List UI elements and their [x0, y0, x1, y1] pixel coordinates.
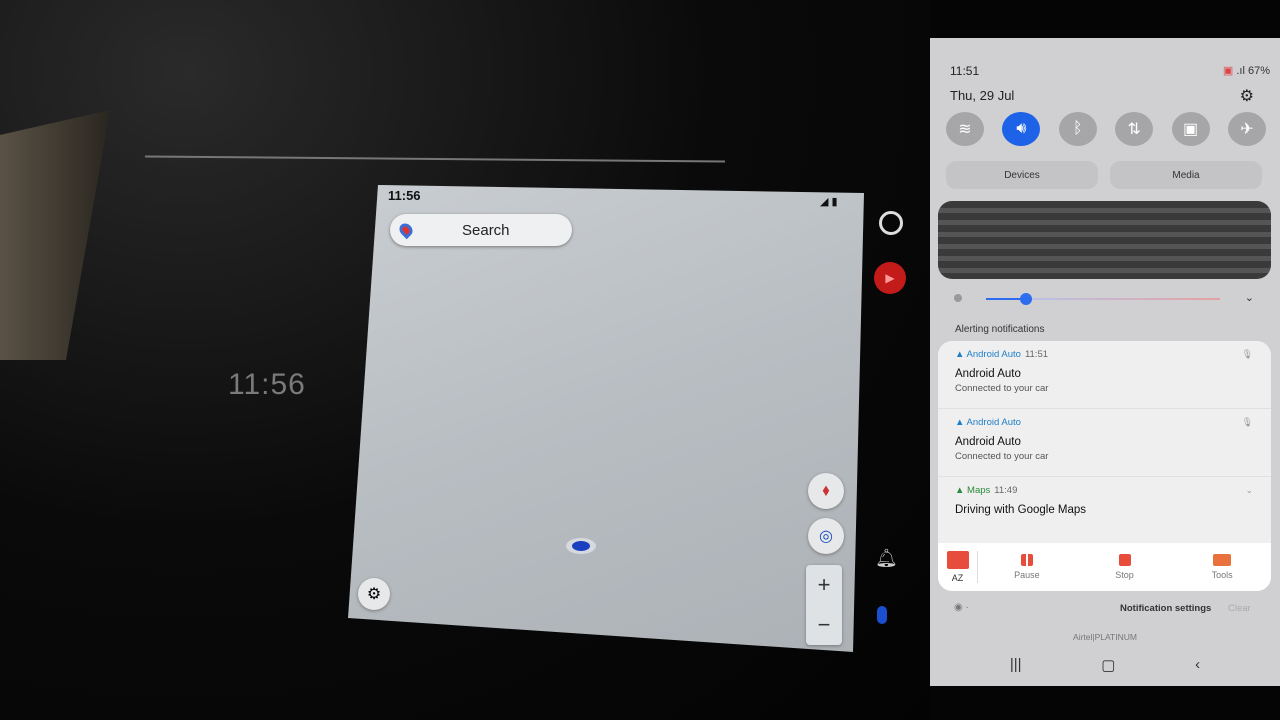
- notif-app: Android Auto: [966, 349, 1021, 360]
- notification-card: ▲ Android Auto 11:51 Android Auto Connect…: [938, 341, 1271, 591]
- zoom-controls: + −: [806, 565, 842, 645]
- az-recorder-app[interactable]: AZ: [938, 551, 978, 583]
- signal-icon: .ıl: [1236, 65, 1245, 77]
- brightness-slider[interactable]: ⌄: [954, 291, 1254, 307]
- wifi-icon[interactable]: ≋: [946, 112, 984, 146]
- az-label: AZ: [951, 573, 964, 583]
- phone-notification-shade: 11:51 ▣ .ıl 67% Thu, 29 Jul ⚙ ≋ 🔊︎ ᛒ ⇅ ▣…: [930, 38, 1280, 686]
- brightness-icon: [954, 294, 962, 302]
- recents-icon[interactable]: |||: [1010, 656, 1022, 674]
- zoom-in-button[interactable]: +: [806, 565, 842, 605]
- maps-nav-icon: ▲: [955, 485, 965, 496]
- alerting-header: Alerting notifications: [955, 324, 1045, 335]
- notification-item[interactable]: ▲ Maps 11:49 Driving with Google Maps ⌄: [938, 477, 1271, 545]
- zoom-out-button[interactable]: −: [806, 605, 842, 645]
- compass-button[interactable]: ⬧: [808, 473, 844, 509]
- maps-search-button[interactable]: Search: [390, 214, 572, 246]
- settings-gear-icon[interactable]: ⚙: [1240, 86, 1254, 106]
- search-label: Search: [462, 221, 510, 239]
- phone-time: 11:51: [950, 64, 980, 78]
- phone-date: Thu, 29 Jul: [950, 88, 1015, 103]
- android-auto-icon: ▲: [955, 349, 965, 360]
- toolbox-icon: [1213, 554, 1232, 566]
- camera-icon: [946, 551, 969, 569]
- phone-status-bar: ▣ .ıl 67%: [1223, 64, 1270, 77]
- settings-gear-icon[interactable]: ⚙: [358, 578, 390, 610]
- notification-settings-button[interactable]: Notification settings: [1120, 603, 1211, 614]
- media-button[interactable]: Media: [1110, 161, 1262, 189]
- mic-icon: 🎙︎: [1241, 349, 1253, 359]
- stop-label: Stop: [1115, 570, 1134, 580]
- sound-icon[interactable]: 🔊︎: [1002, 112, 1041, 146]
- media-player-blurred: [938, 201, 1271, 279]
- navigation-bar: ||| ▢ ‹: [930, 656, 1280, 674]
- current-location-marker: [566, 538, 596, 554]
- back-icon[interactable]: ‹: [1195, 656, 1200, 674]
- notif-app: Android Auto: [966, 417, 1021, 428]
- chevron-down-icon[interactable]: ⌄: [1245, 291, 1254, 304]
- car-clock: 11:56: [228, 368, 306, 401]
- mobile-data-icon[interactable]: ⇅: [1115, 112, 1154, 146]
- pause-button[interactable]: Pause: [978, 554, 1076, 580]
- home-circle-icon[interactable]: [879, 211, 903, 235]
- stop-icon: [1118, 554, 1131, 566]
- notif-text: Connected to your car: [955, 383, 1049, 394]
- maps-pin-icon: [396, 220, 416, 240]
- notif-text: Connected to your car: [955, 451, 1049, 462]
- notif-time: 11:49: [994, 485, 1018, 496]
- lock-icon[interactable]: ▣: [1171, 112, 1210, 146]
- pause-label: Pause: [1014, 570, 1040, 580]
- microphone-icon[interactable]: [877, 606, 887, 624]
- notif-time: 11:51: [1024, 349, 1049, 360]
- notification-item[interactable]: ▲ Android Auto 11:51 Android Auto Connect…: [938, 341, 1271, 409]
- car-status-time: 11:56: [388, 188, 421, 203]
- battery-level: 67%: [1247, 65, 1270, 77]
- notif-app: Maps: [967, 485, 991, 496]
- clear-button[interactable]: Clear: [1228, 603, 1251, 614]
- cast-icon: ▣: [1222, 65, 1234, 77]
- notification-bell-icon[interactable]: 🔔︎: [875, 548, 898, 569]
- mic-icon: 🎙︎: [1241, 417, 1253, 427]
- carrier-label: Airtel|PLATINUM: [1073, 632, 1137, 642]
- devices-button[interactable]: Devices: [946, 161, 1098, 189]
- youtube-music-icon[interactable]: ▶: [874, 262, 906, 294]
- bluetooth-icon[interactable]: ᛒ: [1058, 112, 1097, 146]
- android-auto-mini-icon: ◉ ·: [954, 602, 969, 613]
- brightness-knob[interactable]: [1020, 293, 1032, 305]
- home-icon[interactable]: ▢: [1101, 656, 1115, 674]
- notif-title: Android Auto: [955, 436, 1021, 448]
- android-auto-icon: ▲: [955, 417, 965, 428]
- recenter-button[interactable]: ◎: [808, 518, 844, 554]
- expand-chevron-icon[interactable]: ⌄: [1245, 485, 1253, 496]
- airplane-icon[interactable]: ✈: [1227, 112, 1266, 146]
- car-signal-icon: ◢ ▮: [820, 196, 838, 208]
- notif-title: Android Auto: [955, 368, 1021, 380]
- stop-button[interactable]: Stop: [1076, 554, 1174, 580]
- tools-label: Tools: [1211, 570, 1233, 580]
- pause-icon: [1020, 554, 1033, 566]
- notif-title: Driving with Google Maps: [955, 504, 1087, 516]
- notification-item[interactable]: ▲ Android Auto Android Auto Connected to…: [938, 409, 1271, 477]
- recorder-actions: AZ Pause Stop Tools: [938, 543, 1271, 591]
- quick-settings-tiles: ≋ 🔊︎ ᛒ ⇅ ▣ ✈: [946, 112, 1266, 146]
- tools-button[interactable]: Tools: [1173, 554, 1271, 580]
